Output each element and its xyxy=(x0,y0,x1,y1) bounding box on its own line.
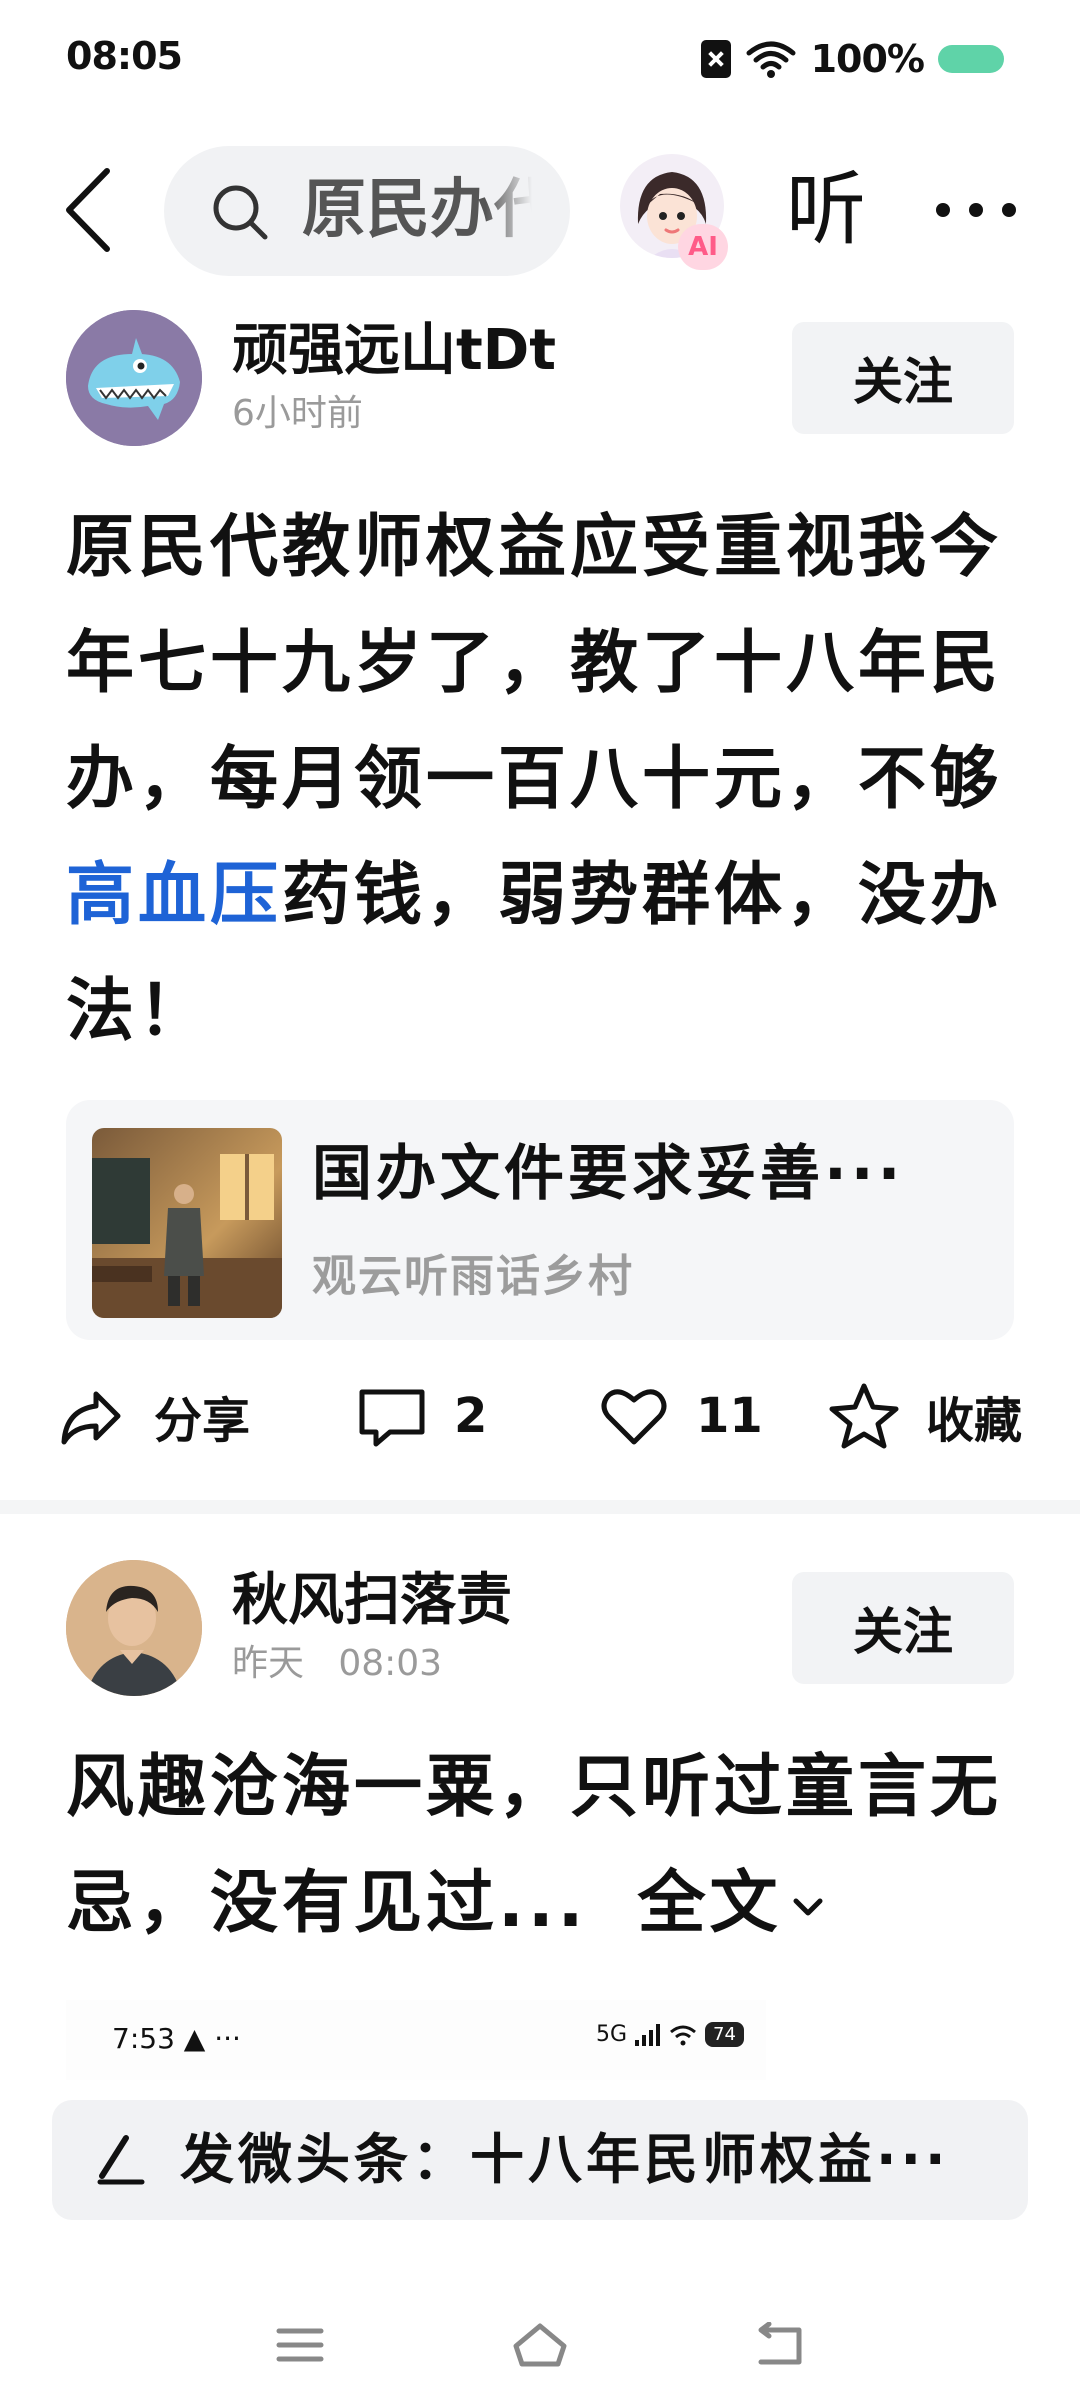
post-time: 6小时前 xyxy=(232,393,363,434)
more-options-icon[interactable] xyxy=(936,190,1016,230)
avatar[interactable] xyxy=(66,1560,202,1696)
wifi-icon xyxy=(670,2025,697,2045)
share-button[interactable]: 分享 xyxy=(56,1380,250,1452)
share-label: 分享 xyxy=(154,1393,251,1449)
menu-icon xyxy=(276,2328,324,2362)
back-nav-icon xyxy=(758,2322,802,2365)
article-title: 国办文件要求妥善··· xyxy=(312,1139,905,1209)
post-text: 风趣沧海一粟，只听过童言无忌，没有见过... xyxy=(66,1748,1003,1943)
post-header: 顽强远山tDt 6小时前 关注 xyxy=(0,310,1080,450)
article-card[interactable]: 国办文件要求妥善··· 观云听雨话乡村 xyxy=(66,1100,1014,1340)
post: 秋风扫落责 昨天 08:03 关注 风趣沧海一粟，只听过童言无忌，没有见过...… xyxy=(0,1560,1080,1980)
signal-icon xyxy=(635,2023,661,2046)
status-time: 08:05 xyxy=(66,34,183,78)
like-button[interactable]: 11 xyxy=(598,1380,763,1452)
top-nav: 原民办代 AI 听 xyxy=(0,140,1080,280)
embedded-screenshot[interactable]: 7:53 ▲ ··· 5G 74 xyxy=(66,2000,766,2080)
system-navigation-bar xyxy=(0,2290,1080,2400)
compose-text: 发微头条：十八年民师权益··· xyxy=(180,2128,950,2191)
battery-percentage: 100% xyxy=(810,37,925,81)
author-name[interactable]: 秋风扫落责 xyxy=(232,1568,512,1634)
comment-icon xyxy=(359,1389,425,1447)
embedded-battery: 74 xyxy=(705,2022,744,2047)
home-button[interactable] xyxy=(500,2310,580,2380)
post-text: 原民代教师权益应受重视我今年七十九岁了，教了十八年民办，每月领一百八十元，不够 xyxy=(66,508,1003,819)
action-bar: 分享 2 11 收藏 xyxy=(0,1360,1080,1470)
follow-button[interactable]: 关注 xyxy=(792,322,1014,434)
menu-button[interactable] xyxy=(260,2310,340,2380)
back-nav-button[interactable] xyxy=(740,2310,820,2380)
post-body[interactable]: 原民代教师权益应受重视我今年七十九岁了，教了十八年民办，每月领一百八十元，不够高… xyxy=(66,490,1016,1070)
post-body[interactable]: 风趣沧海一粟，只听过童言无忌，没有见过... 全文 xyxy=(66,1730,1016,1962)
search-box[interactable]: 原民办代 xyxy=(164,146,570,276)
avatar[interactable] xyxy=(66,310,202,446)
like-count: 11 xyxy=(696,1388,763,1444)
status-bar: 08:05 100% xyxy=(0,0,1080,120)
classroom-image xyxy=(92,1128,282,1318)
divider xyxy=(0,1500,1080,1514)
post-header: 秋风扫落责 昨天 08:03 关注 xyxy=(0,1560,1080,1700)
expand-label: 全文 xyxy=(637,1864,782,1943)
heart-icon xyxy=(601,1389,667,1445)
search-query: 原民办代 xyxy=(302,173,532,247)
follow-button[interactable]: 关注 xyxy=(792,1572,1014,1684)
expand-button[interactable]: 全文 xyxy=(638,1864,828,1943)
listen-button[interactable]: 听 xyxy=(786,162,866,258)
ai-badge: AI xyxy=(678,224,728,270)
embedded-time-text: 7:53 xyxy=(112,2022,175,2055)
author-name[interactable]: 顽强远山tDt xyxy=(232,318,556,384)
network-label: 5G xyxy=(596,2022,628,2047)
battery-icon xyxy=(938,45,1004,73)
back-button[interactable] xyxy=(48,160,128,260)
article-thumbnail xyxy=(92,1128,282,1318)
favorite-label: 收藏 xyxy=(926,1393,1023,1449)
embedded-time: 7:53 ▲ ··· xyxy=(112,2022,241,2055)
article-source: 观云听雨话乡村 xyxy=(312,1251,634,1302)
home-icon xyxy=(513,2323,567,2367)
back-arrow-icon xyxy=(66,168,110,252)
pen-icon xyxy=(97,2135,145,2185)
search-icon xyxy=(213,185,268,240)
comment-button[interactable]: 2 xyxy=(356,1380,487,1452)
embedded-status-icons: 5G 74 xyxy=(596,2022,744,2047)
star-icon xyxy=(829,1383,899,1449)
app-icon: ▲ ··· xyxy=(183,2022,241,2055)
man-avatar-icon xyxy=(66,1560,202,1696)
compose-bar[interactable]: 发微头条：十八年民师权益··· xyxy=(52,2100,1028,2220)
post-time: 昨天 08:03 xyxy=(232,1643,443,1684)
status-icons: 100% xyxy=(700,34,1004,84)
keyword-link[interactable]: 高血压 xyxy=(66,856,282,935)
favorite-button[interactable]: 收藏 xyxy=(828,1380,1022,1452)
chevron-down-icon xyxy=(793,1898,823,1916)
comment-count: 2 xyxy=(454,1388,488,1444)
no-sim-icon xyxy=(700,40,731,78)
share-icon xyxy=(61,1391,121,1445)
monster-avatar-icon xyxy=(66,310,202,446)
wifi-icon xyxy=(746,41,796,78)
